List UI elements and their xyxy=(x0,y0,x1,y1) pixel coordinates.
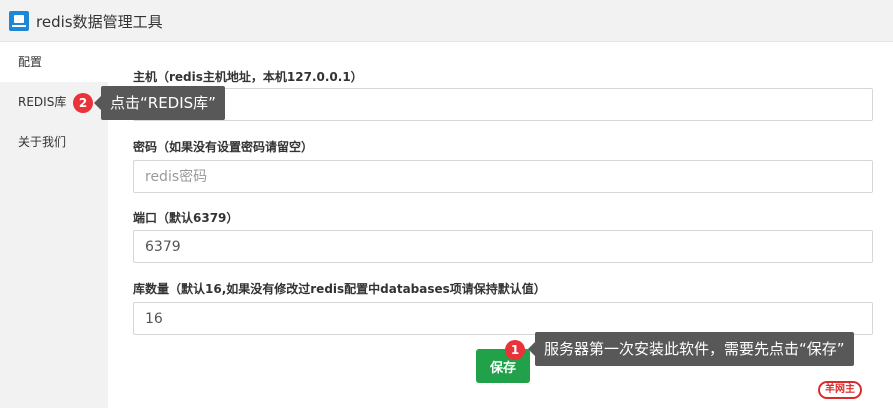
sidebar-item-about[interactable]: 关于我们 xyxy=(0,122,108,162)
port-label: 端口（默认6379） xyxy=(133,211,239,225)
title-bar: redis数据管理工具 xyxy=(0,0,893,42)
tooltip-arrow-1 xyxy=(528,342,535,356)
sidebar: 配置 REDIS库 关于我们 xyxy=(0,42,108,408)
host-label: 主机（redis主机地址，本机127.0.0.1） xyxy=(133,70,363,84)
tooltip-step-1: 服务器第一次安装此软件，需要先点击“保存” xyxy=(535,332,854,366)
db-count-label: 库数量（默认16,如果没有修改过redis配置中databases项请保持默认值… xyxy=(133,282,546,296)
tooltip-step-2: 点击“REDIS库” xyxy=(101,86,225,120)
tooltip-arrow-2 xyxy=(94,96,101,110)
port-input[interactable] xyxy=(133,230,873,263)
password-input[interactable] xyxy=(133,160,873,193)
db-count-input[interactable] xyxy=(133,302,873,335)
sidebar-item-config[interactable]: 配置 xyxy=(0,42,108,82)
host-input[interactable] xyxy=(133,88,873,121)
watermark-logo: 羊网主 xyxy=(818,381,862,399)
step-badge-1: 1 xyxy=(505,340,525,360)
password-label: 密码（如果没有设置密码请留空） xyxy=(133,140,314,154)
app-title: redis数据管理工具 xyxy=(36,13,163,31)
step-badge-2: 2 xyxy=(73,93,93,113)
app-logo-icon xyxy=(9,11,29,31)
